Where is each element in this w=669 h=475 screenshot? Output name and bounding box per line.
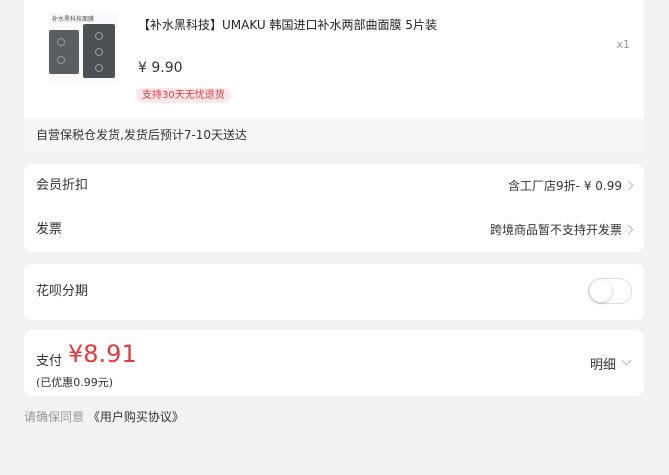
member-discount-value: 含工厂店9折- ¥ 0.99 xyxy=(508,179,622,193)
thumbnail-label: 补水黑科技面膜 xyxy=(52,16,95,23)
invoice-row[interactable]: 发票 跨境商品暂不支持开发票 xyxy=(24,208,644,252)
product-card: 补水黑科技面膜 【补水黑科技】UMAKU 韩国进口补水两部曲面膜 5片装 ¥ 9… xyxy=(24,0,644,152)
product-thumbnail[interactable]: 补水黑科技面膜 xyxy=(48,12,118,84)
shipping-note: 自营保税仓发货,发货后预计7-10天送达 xyxy=(24,118,644,152)
product-title[interactable]: 【补水黑科技】UMAKU 韩国进口补水两部曲面膜 5片装 xyxy=(138,16,437,33)
discount-card: 会员折扣 含工厂店9折- ¥ 0.99 发票 跨境商品暂不支持开发票 xyxy=(24,164,644,252)
agreement-link[interactable]: 《用户购买协议》 xyxy=(88,410,184,424)
invoice-label: 发票 xyxy=(36,222,63,237)
chevron-right-icon xyxy=(623,224,634,235)
payment-amount: ¥8.91 xyxy=(68,340,137,368)
member-discount-label: 会员折扣 xyxy=(36,178,89,193)
mask-pack-image xyxy=(83,24,115,78)
installment-card: 花呗分期 xyxy=(24,264,644,320)
chevron-right-icon xyxy=(623,180,634,191)
payment-card: 支付 ¥8.91 (已优惠0.99元) 明细 xyxy=(24,330,644,396)
installment-label: 花呗分期 xyxy=(36,284,89,299)
agreement-note: 请确保同意 《用户购买协议》 xyxy=(24,408,184,425)
return-policy-badge: 支持30天无忧退货 xyxy=(136,88,231,103)
installment-row: 花呗分期 xyxy=(24,270,644,314)
payment-saved-amount: (已优惠0.99元) xyxy=(36,376,114,389)
agreement-prefix: 请确保同意 xyxy=(24,410,85,424)
invoice-value: 跨境商品暂不支持开发票 xyxy=(489,223,622,237)
chevron-down-icon[interactable] xyxy=(621,355,632,366)
product-price: ¥ 9.90 xyxy=(138,60,183,76)
toggle-knob xyxy=(590,280,612,302)
product-quantity: x1 xyxy=(616,38,630,51)
member-discount-row[interactable]: 会员折扣 含工厂店9折- ¥ 0.99 xyxy=(24,164,644,208)
payment-detail-button[interactable]: 明细 xyxy=(590,354,616,373)
payment-label: 支付 xyxy=(36,354,63,369)
installment-toggle[interactable] xyxy=(588,278,632,304)
mask-pack-image xyxy=(49,30,79,74)
